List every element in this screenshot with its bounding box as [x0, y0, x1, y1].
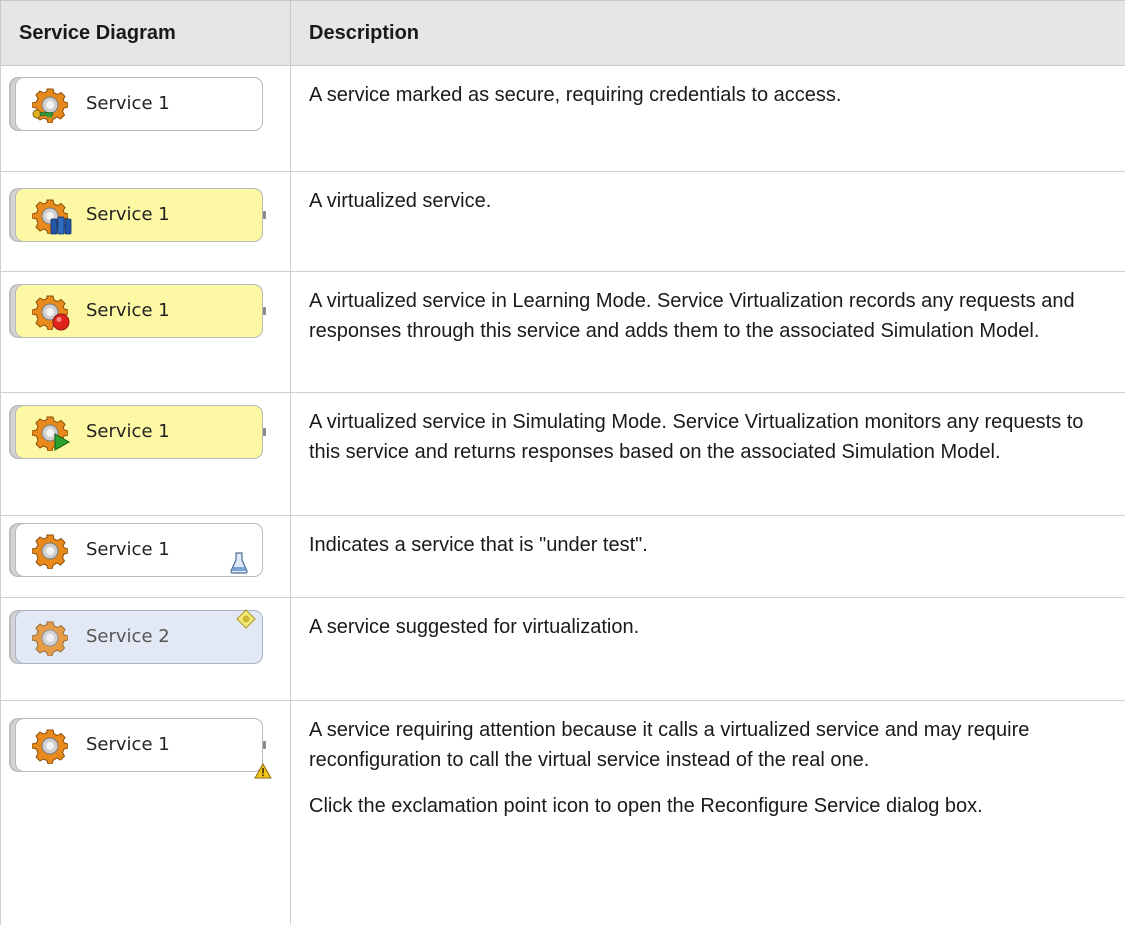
description-text: A virtualized service. [309, 186, 1106, 216]
description-text: A virtualized service in Simulating Mode… [309, 407, 1106, 467]
service-node-virtualized[interactable]: Service 1 [15, 188, 263, 242]
description-cell: A service suggested for virtualization. [291, 598, 1125, 701]
column-header-service-diagram: Service Diagram [1, 1, 291, 66]
gear-icon [32, 728, 68, 764]
description-text: A service requiring attention because it… [309, 715, 1106, 775]
service-node-label: Service 1 [86, 539, 170, 560]
service-node-secure[interactable]: Service 1 [15, 77, 263, 131]
service-node-label: Service 1 [86, 421, 170, 442]
connector-stub [263, 211, 266, 219]
key-icon [32, 106, 54, 122]
service-node-learning[interactable]: Service 1 [15, 284, 263, 338]
description-cell: Indicates a service that is "under test"… [291, 516, 1125, 598]
description-cell: A virtualized service in Learning Mode. … [291, 272, 1125, 393]
description-text: A virtualized service in Learning Mode. … [309, 286, 1106, 346]
column-header-description: Description [291, 1, 1125, 66]
table-row: Service 1 A virtualized service in Simul… [1, 393, 1125, 516]
diagram-cell: Service 2 [1, 598, 291, 701]
description-text: A service suggested for virtualization. [309, 612, 1106, 642]
connector-stub [263, 428, 266, 436]
warning-icon[interactable] [254, 763, 272, 779]
description-cell: A service requiring attention because it… [291, 701, 1125, 925]
table-header-row: Service Diagram Description [1, 1, 1125, 66]
suggestion-diamond-icon [236, 609, 256, 629]
description-text: Indicates a service that is "under test"… [309, 530, 1106, 560]
service-node-simulating[interactable]: Service 1 [15, 405, 263, 459]
service-node-under-test[interactable]: Service 1 [15, 523, 263, 577]
diagram-cell: Service 1 [1, 701, 291, 925]
service-node-label: Service 1 [86, 93, 170, 114]
table-row: Service 1 A virtualized service. [1, 172, 1125, 272]
service-legend-table: Service Diagram Description [0, 0, 1125, 925]
diagram-cell: Service 1 [1, 516, 291, 598]
diagram-cell: Service 1 [1, 66, 291, 172]
table-row: Service 1 A service marked as secure, re… [1, 66, 1125, 172]
diagram-cell: Service 1 [1, 393, 291, 516]
gear-icon [32, 533, 68, 569]
diagram-cell: Service 1 [1, 272, 291, 393]
connector-stub [263, 741, 266, 749]
record-icon [52, 313, 70, 331]
description-cell: A virtualized service in Simulating Mode… [291, 393, 1125, 516]
diagram-cell: Service 1 [1, 172, 291, 272]
play-icon [52, 433, 70, 451]
description-text: A service marked as secure, requiring cr… [309, 80, 1106, 110]
table-row: Service 1 Indicates a service that is "u… [1, 516, 1125, 598]
service-node-label: Service 1 [86, 204, 170, 225]
table-row: Service 1 A service requiring attention … [1, 701, 1125, 925]
service-node-attention[interactable]: Service 1 [15, 718, 263, 772]
flask-icon [230, 552, 248, 574]
connector-stub [263, 307, 266, 315]
service-node-label: Service 1 [86, 734, 170, 755]
service-node-label: Service 2 [86, 626, 170, 647]
description-cell: A service marked as secure, requiring cr… [291, 66, 1125, 172]
table-row: Service 2 A service suggested for virtua… [1, 598, 1125, 701]
virtual-servers-icon [50, 215, 72, 235]
gear-icon [32, 620, 68, 656]
table-row: Service 1 A virtualized service in Learn… [1, 272, 1125, 393]
service-node-suggested[interactable]: Service 2 [15, 610, 263, 664]
description-cell: A virtualized service. [291, 172, 1125, 272]
service-node-label: Service 1 [86, 300, 170, 321]
description-instruction-text: Click the exclamation point icon to open… [309, 791, 1106, 821]
